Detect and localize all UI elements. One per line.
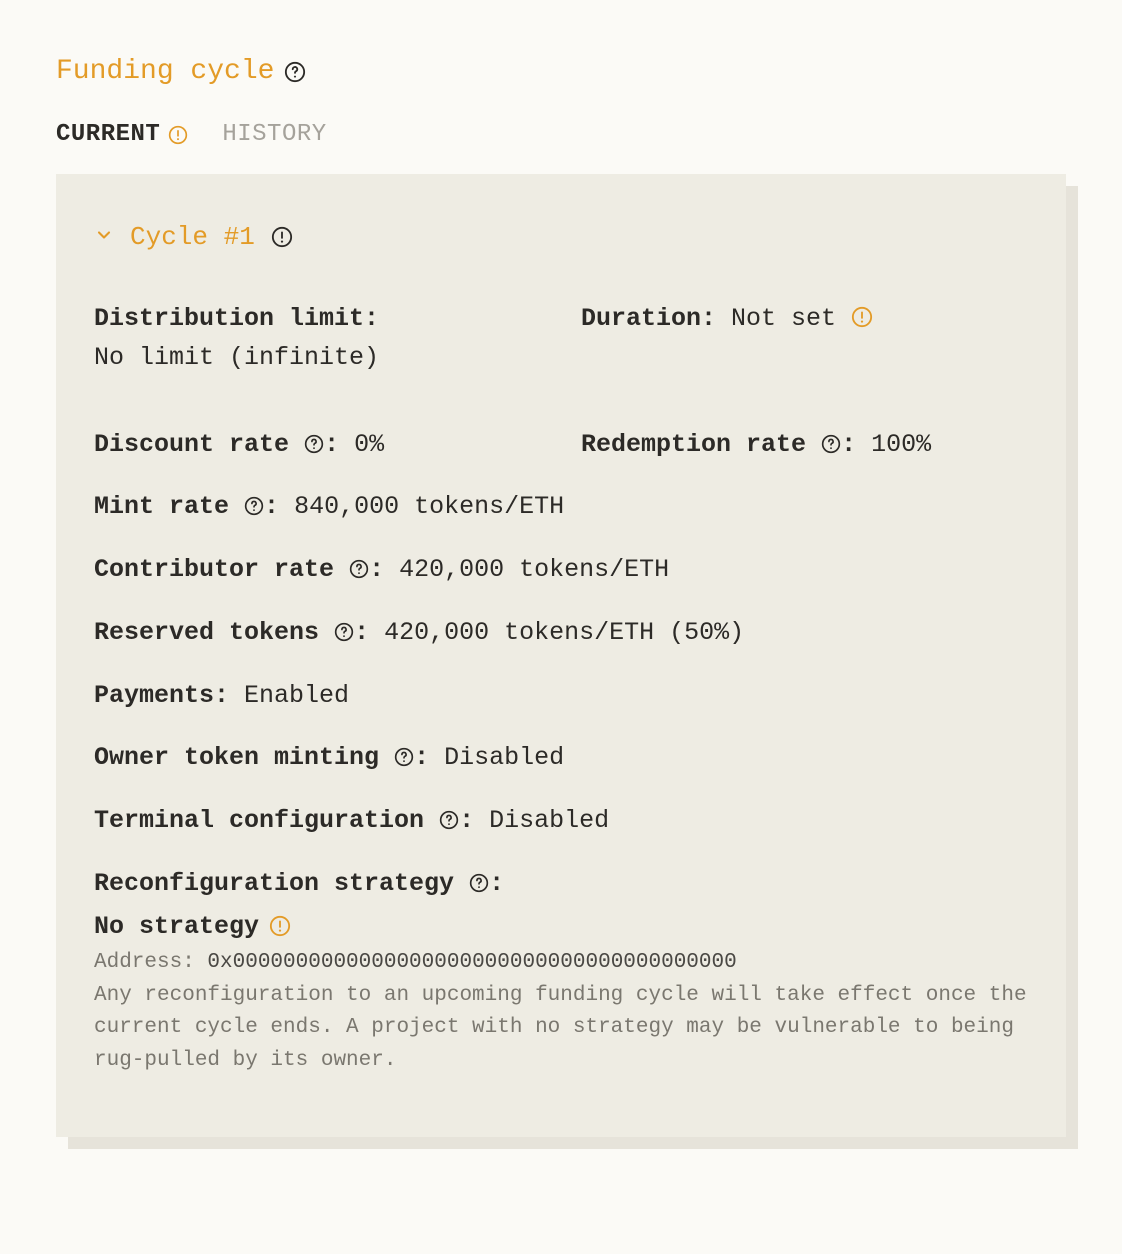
section-title: Funding cycle xyxy=(56,56,1066,87)
field-contributor-rate: Contributor rate : 420,000 tokens/ETH xyxy=(94,551,1028,590)
field-reserved-tokens: Reserved tokens : 420,000 tokens/ETH (50… xyxy=(94,614,1028,653)
tabs: CURRENT HISTORY xyxy=(56,121,1066,148)
mint-rate-label: Mint rate xyxy=(94,492,229,521)
warning-icon xyxy=(269,915,291,937)
reserved-tokens-value: 420,000 tokens/ETH (50%) xyxy=(384,618,744,647)
payments-label: Payments xyxy=(94,681,214,710)
help-icon[interactable] xyxy=(439,810,459,830)
owner-minting-label: Owner token minting xyxy=(94,743,379,772)
reserved-tokens-label: Reserved tokens xyxy=(94,618,319,647)
reconfig-warning-text: Any reconfiguration to an upcoming fundi… xyxy=(94,980,1028,1078)
help-icon[interactable] xyxy=(244,496,264,516)
help-icon[interactable] xyxy=(821,434,841,454)
help-icon[interactable] xyxy=(394,747,414,767)
distribution-limit-label: Distribution limit xyxy=(94,304,364,333)
distribution-limit-value: No limit (infinite) xyxy=(94,343,379,372)
redemption-rate-label: Redemption rate xyxy=(581,430,806,459)
reconfig-value: No strategy xyxy=(94,912,259,941)
reconfig-address-row: Address: 0x00000000000000000000000000000… xyxy=(94,951,1028,974)
discount-rate-label: Discount rate xyxy=(94,430,289,459)
tab-current[interactable]: CURRENT xyxy=(56,121,188,148)
tab-history-label: HISTORY xyxy=(222,121,326,148)
cycle-title: Cycle #1 xyxy=(130,222,255,252)
field-payments: Payments: Enabled xyxy=(94,677,1028,716)
field-duration: Duration: Not set xyxy=(581,300,1028,339)
mint-rate-value: 840,000 tokens/ETH xyxy=(294,492,564,521)
warning-icon xyxy=(851,306,873,328)
reconfig-label: Reconfiguration strategy xyxy=(94,869,454,898)
contributor-rate-label: Contributor rate xyxy=(94,555,334,584)
field-owner-minting: Owner token minting : Disabled xyxy=(94,739,1028,778)
payments-value: Enabled xyxy=(244,681,349,710)
cycle-header[interactable]: Cycle #1 xyxy=(94,222,1028,252)
help-icon[interactable] xyxy=(334,622,354,642)
field-discount-rate: Discount rate : 0% xyxy=(94,426,541,465)
cycle-card: Cycle #1 Distribution limit: No limit (i… xyxy=(56,174,1066,1137)
help-icon[interactable] xyxy=(469,873,489,893)
address-value: 0x00000000000000000000000000000000000000… xyxy=(207,951,736,974)
field-reconfig-strategy: Reconfiguration strategy : xyxy=(94,865,1028,904)
tab-history[interactable]: HISTORY xyxy=(222,121,326,148)
duration-label: Duration xyxy=(581,304,701,333)
contributor-rate-value: 420,000 tokens/ETH xyxy=(399,555,669,584)
reconfig-strategy-value-row: No strategy xyxy=(94,912,291,941)
warning-icon xyxy=(271,226,293,248)
terminal-config-value: Disabled xyxy=(489,806,609,835)
warning-icon xyxy=(168,125,188,145)
field-mint-rate: Mint rate : 840,000 tokens/ETH xyxy=(94,488,1028,527)
duration-value: Not set xyxy=(731,304,836,333)
field-redemption-rate: Redemption rate : 100% xyxy=(581,426,1028,465)
discount-rate-value: 0% xyxy=(354,430,384,459)
terminal-config-label: Terminal configuration xyxy=(94,806,424,835)
field-terminal-config: Terminal configuration : Disabled xyxy=(94,802,1028,841)
field-distribution-limit: Distribution limit: No limit (infinite) xyxy=(94,300,541,378)
tab-current-label: CURRENT xyxy=(56,121,160,148)
redemption-rate-value: 100% xyxy=(871,430,931,459)
owner-minting-value: Disabled xyxy=(444,743,564,772)
address-label: Address: xyxy=(94,951,207,974)
help-icon[interactable] xyxy=(284,61,306,83)
help-icon[interactable] xyxy=(349,559,369,579)
chevron-down-icon xyxy=(94,225,114,250)
help-icon[interactable] xyxy=(304,434,324,454)
section-title-text: Funding cycle xyxy=(56,56,274,87)
